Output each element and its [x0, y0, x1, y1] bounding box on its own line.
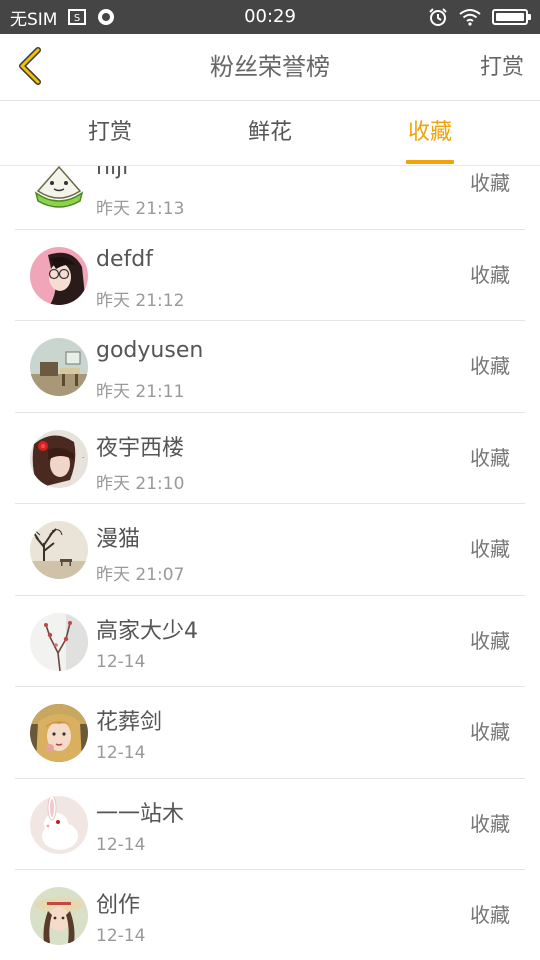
user-name: niji [96, 166, 129, 180]
favorite-label: 收藏 [470, 903, 510, 927]
user-name: defdf [96, 246, 153, 272]
favorite-label: 收藏 [470, 171, 510, 195]
favorite-label: 收藏 [470, 628, 510, 653]
woman-portrait-avatar[interactable] [30, 704, 88, 762]
favorite-label: 收藏 [470, 445, 510, 470]
favorite-label: 收藏 [470, 354, 510, 378]
active-tab-indicator [406, 160, 454, 164]
favorite-label: 收藏 [470, 537, 510, 561]
user-name: 高家大少4 [96, 618, 198, 644]
white-rabbit-avatar[interactable] [30, 795, 88, 854]
tab-label: 打赏 [87, 120, 132, 145]
list-item[interactable]: niji 昨天 21:13 收藏 [15, 166, 525, 230]
tree-landscape-avatar[interactable] [30, 521, 88, 579]
wifi-icon [458, 8, 482, 26]
user-name: 花葬剑 [96, 710, 163, 735]
tab-favorites[interactable]: 收藏 [340, 101, 520, 166]
plum-blossom-avatar[interactable] [30, 612, 88, 671]
user-name: godyusen [96, 338, 204, 363]
page-title: 粉丝荣誉榜 [210, 53, 330, 81]
favorite-time: 昨天 21:10 [96, 473, 185, 494]
status-bar: 无SIM S 00:29 [0, 0, 540, 34]
fans-list[interactable]: niji 昨天 21:13 收藏 defdf 昨天 21:12 收藏 godyusen 昨天 … [0, 166, 540, 960]
room-scene-avatar[interactable] [30, 338, 88, 396]
battery-icon [492, 9, 531, 25]
favorite-time: 昨天 21:07 [96, 565, 185, 585]
favorite-label: 收藏 [470, 262, 510, 287]
list-item[interactable]: 漫猫昨天 21:07 收藏 [15, 504, 525, 596]
reward-button[interactable]: 打赏 [480, 34, 524, 101]
tab-flowers[interactable]: 鲜花 [180, 101, 360, 166]
user-name: 创作 [96, 893, 141, 918]
girl-hat-avatar[interactable] [30, 887, 88, 945]
girl-portrait-avatar[interactable] [30, 246, 88, 305]
svg-text:·: · [82, 454, 84, 462]
list-item[interactable]: defdf 昨天 21:12 收藏 [15, 230, 525, 321]
user-name: 漫猫 [96, 527, 141, 552]
battery-level [496, 13, 524, 21]
favorite-time: 12-14 [96, 651, 146, 672]
favorite-time: 昨天 21:13 [96, 199, 185, 219]
tab-bar: 打赏 鲜花 收藏 [0, 101, 540, 166]
list-item[interactable]: 高家大少4 12-14 收藏 [15, 596, 525, 687]
favorite-time: 12-14 [96, 926, 146, 946]
tab-reward[interactable]: 打赏 [20, 101, 200, 166]
girl-red-flower-avatar[interactable]: · [30, 429, 88, 488]
user-name: 一一站木 [96, 801, 185, 827]
list-item[interactable]: 创作 12-14 收藏 [15, 870, 525, 960]
favorite-time: 昨天 21:11 [96, 382, 185, 402]
list-item[interactable]: · 夜宇西楼昨天 21:10 收藏 [15, 413, 525, 504]
list-item[interactable]: godyusen 昨天 21:11 收藏 [15, 321, 525, 413]
tab-label: 鲜花 [247, 120, 292, 145]
alarm-icon [428, 7, 448, 27]
favorite-time: 12-14 [96, 743, 146, 763]
list-item[interactable]: 一一站木 12-14 收藏 [15, 779, 525, 870]
favorite-time: 昨天 21:12 [96, 290, 185, 311]
user-name: 夜宇西楼 [96, 435, 185, 461]
status-bar-right [428, 0, 531, 34]
tab-label: 收藏 [407, 120, 452, 145]
list-item[interactable]: 花葬剑 12-14 收藏 [15, 687, 525, 779]
favorite-label: 收藏 [470, 811, 510, 836]
app-header: 粉丝荣誉榜 打赏 [0, 34, 540, 101]
favorite-label: 收藏 [470, 720, 510, 744]
favorite-time: 12-14 [96, 834, 146, 855]
cartoon-rice-dumpling-avatar[interactable] [30, 166, 88, 213]
